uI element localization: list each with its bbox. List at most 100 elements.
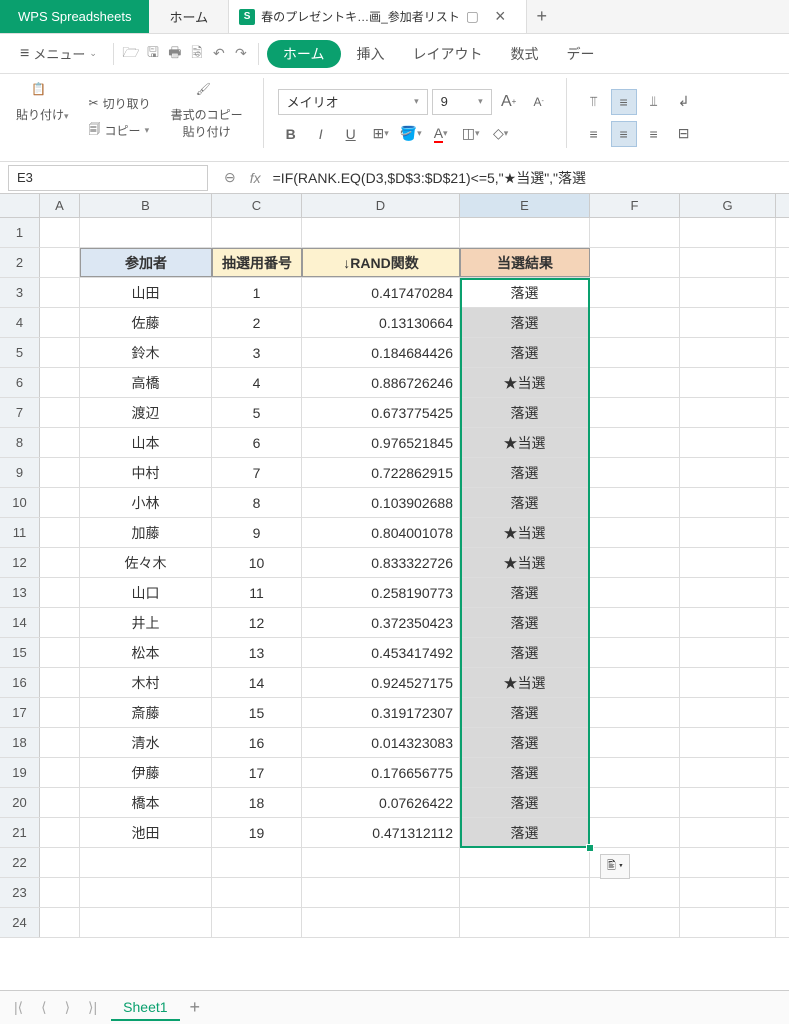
- cell-A7[interactable]: [40, 398, 80, 427]
- align-top-button[interactable]: ⫪: [581, 89, 607, 115]
- selection-handle[interactable]: [586, 844, 594, 852]
- row-header-13[interactable]: 13: [0, 578, 40, 607]
- sheet-tab-active[interactable]: Sheet1: [111, 995, 179, 1021]
- cell-D4[interactable]: 0.13130664: [302, 308, 460, 337]
- merge-button[interactable]: ⊟: [671, 121, 697, 147]
- cell-E3[interactable]: 落選: [460, 278, 590, 307]
- cell-C11[interactable]: 9: [212, 518, 302, 547]
- cell-D1[interactable]: [302, 218, 460, 247]
- cell-E6[interactable]: ★当選: [460, 368, 590, 397]
- cell-E11[interactable]: ★当選: [460, 518, 590, 547]
- cell-G8[interactable]: [680, 428, 776, 457]
- last-sheet-button[interactable]: ⟩|: [84, 999, 101, 1016]
- cell-B24[interactable]: [80, 908, 212, 937]
- cell-G16[interactable]: [680, 668, 776, 697]
- cell-C1[interactable]: [212, 218, 302, 247]
- cell-G3[interactable]: [680, 278, 776, 307]
- format-painter-button[interactable]: 🖌 書式のコピー 貼り付け: [165, 78, 249, 157]
- cell-A22[interactable]: [40, 848, 80, 877]
- row-header-23[interactable]: 23: [0, 878, 40, 907]
- menu-button[interactable]: ≡ メニュー ⌄: [12, 40, 105, 67]
- cell-D22[interactable]: [302, 848, 460, 877]
- row-header-1[interactable]: 1: [0, 218, 40, 247]
- formula-input[interactable]: =IF(RANK.EQ(D3,$D$3:$D$21)<=5,"★当選","落選: [267, 168, 789, 188]
- cell-E8[interactable]: ★当選: [460, 428, 590, 457]
- row-header-14[interactable]: 14: [0, 608, 40, 637]
- underline-button[interactable]: U: [338, 121, 364, 147]
- undo-icon[interactable]: ↶: [210, 45, 228, 63]
- cell-D19[interactable]: 0.176656775: [302, 758, 460, 787]
- cell-F24[interactable]: [590, 908, 680, 937]
- col-header-D[interactable]: D: [302, 194, 460, 217]
- cell-D17[interactable]: 0.319172307: [302, 698, 460, 727]
- next-sheet-button[interactable]: ⟩: [61, 999, 74, 1016]
- cell-A23[interactable]: [40, 878, 80, 907]
- cell-A14[interactable]: [40, 608, 80, 637]
- cut-button[interactable]: ✂ 切り取り: [85, 93, 155, 114]
- cell-D14[interactable]: 0.372350423: [302, 608, 460, 637]
- cell-C2[interactable]: 抽選用番号: [212, 248, 302, 277]
- paste-button[interactable]: 📋 貼り付け▾: [10, 78, 75, 157]
- cell-E16[interactable]: ★当選: [460, 668, 590, 697]
- cell-B3[interactable]: 山田: [80, 278, 212, 307]
- cell-E1[interactable]: [460, 218, 590, 247]
- cell-G18[interactable]: [680, 728, 776, 757]
- cell-A21[interactable]: [40, 818, 80, 847]
- cell-B14[interactable]: 井上: [80, 608, 212, 637]
- cell-D21[interactable]: 0.471312112: [302, 818, 460, 847]
- font-name-select[interactable]: メイリオ ▾: [278, 89, 428, 115]
- cell-A5[interactable]: [40, 338, 80, 367]
- cell-G11[interactable]: [680, 518, 776, 547]
- row-header-19[interactable]: 19: [0, 758, 40, 787]
- zoom-out-icon[interactable]: ⊖: [216, 169, 244, 186]
- col-header-A[interactable]: A: [40, 194, 80, 217]
- align-bottom-button[interactable]: ⫫: [641, 89, 667, 115]
- cell-C17[interactable]: 15: [212, 698, 302, 727]
- shrink-font-button[interactable]: A-: [526, 89, 552, 115]
- italic-button[interactable]: I: [308, 121, 334, 147]
- copy-button[interactable]: 🗐 コピー ▾: [85, 118, 155, 143]
- cell-F15[interactable]: [590, 638, 680, 667]
- cell-D23[interactable]: [302, 878, 460, 907]
- add-sheet-button[interactable]: +: [190, 997, 201, 1018]
- cell-D11[interactable]: 0.804001078: [302, 518, 460, 547]
- cell-A6[interactable]: [40, 368, 80, 397]
- cell-C10[interactable]: 8: [212, 488, 302, 517]
- cell-B4[interactable]: 佐藤: [80, 308, 212, 337]
- cell-B5[interactable]: 鈴木: [80, 338, 212, 367]
- cell-G13[interactable]: [680, 578, 776, 607]
- pin-icon[interactable]: ▢: [466, 8, 479, 25]
- cell-B16[interactable]: 木村: [80, 668, 212, 697]
- row-header-9[interactable]: 9: [0, 458, 40, 487]
- close-tab-button[interactable]: ×: [485, 6, 516, 27]
- print-icon[interactable]: 🖶: [166, 45, 184, 63]
- cell-E18[interactable]: 落選: [460, 728, 590, 757]
- cell-G2[interactable]: [680, 248, 776, 277]
- new-tab-button[interactable]: +: [527, 0, 558, 33]
- cell-F20[interactable]: [590, 788, 680, 817]
- cell-D18[interactable]: 0.014323083: [302, 728, 460, 757]
- cell-D9[interactable]: 0.722862915: [302, 458, 460, 487]
- row-header-3[interactable]: 3: [0, 278, 40, 307]
- cell-E17[interactable]: 落選: [460, 698, 590, 727]
- row-header-10[interactable]: 10: [0, 488, 40, 517]
- cell-G14[interactable]: [680, 608, 776, 637]
- cell-F6[interactable]: [590, 368, 680, 397]
- row-header-21[interactable]: 21: [0, 818, 40, 847]
- cell-B1[interactable]: [80, 218, 212, 247]
- cell-B15[interactable]: 松本: [80, 638, 212, 667]
- cell-C18[interactable]: 16: [212, 728, 302, 757]
- cell-C12[interactable]: 10: [212, 548, 302, 577]
- first-sheet-button[interactable]: |⟨: [10, 999, 27, 1016]
- select-all-corner[interactable]: [0, 194, 40, 217]
- cell-D13[interactable]: 0.258190773: [302, 578, 460, 607]
- cell-F11[interactable]: [590, 518, 680, 547]
- cell-F18[interactable]: [590, 728, 680, 757]
- col-header-G[interactable]: G: [680, 194, 776, 217]
- align-middle-button[interactable]: ≡: [611, 89, 637, 115]
- cell-C13[interactable]: 11: [212, 578, 302, 607]
- cell-A8[interactable]: [40, 428, 80, 457]
- cell-B19[interactable]: 伊藤: [80, 758, 212, 787]
- col-header-C[interactable]: C: [212, 194, 302, 217]
- name-box[interactable]: E3: [8, 165, 208, 191]
